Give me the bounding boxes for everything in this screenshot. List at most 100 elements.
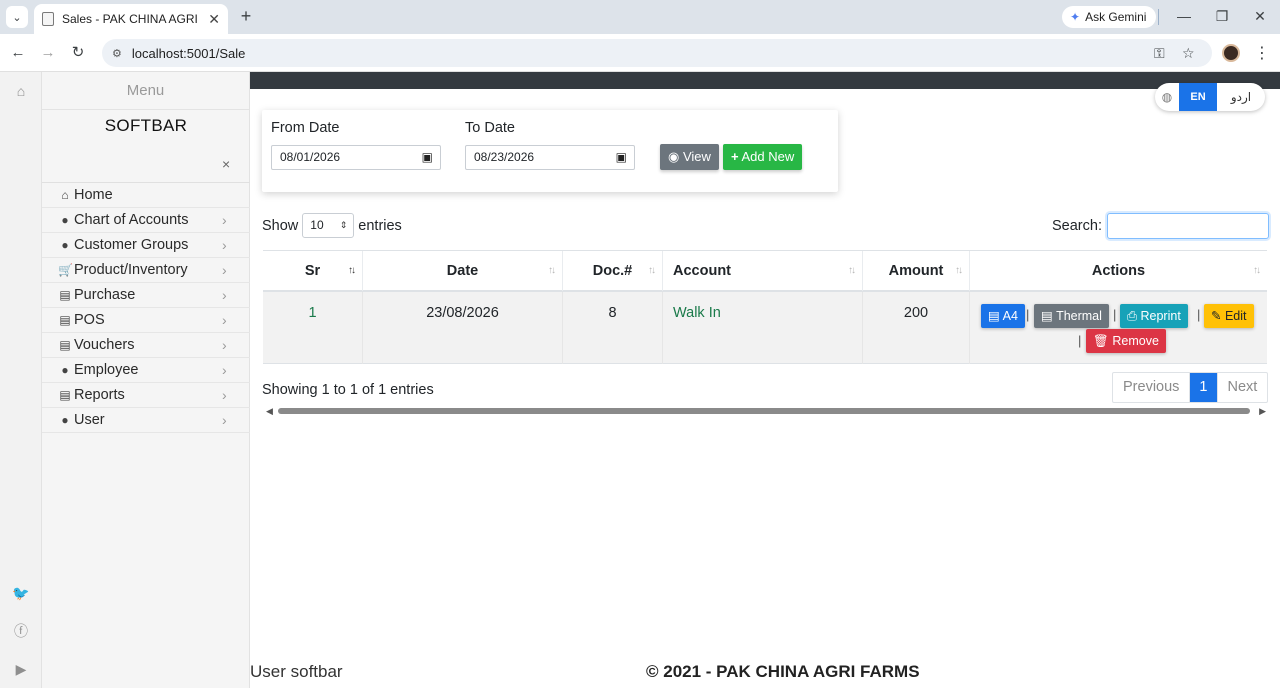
facebook-icon[interactable]: ⓕ <box>12 622 30 640</box>
to-date-value: 08/23/2026 <box>474 150 535 164</box>
remove-button[interactable]: 🗑 Remove <box>1086 329 1166 353</box>
sidebar-item-purchase[interactable]: ▤ Purchase › <box>42 283 250 308</box>
back-arrow-icon[interactable]: ← <box>8 43 28 63</box>
sidebar-item-product-inventory[interactable]: 🛒 Product/Inventory › <box>42 258 250 283</box>
horizontal-scrollbar[interactable]: ◀ ▶ <box>262 405 1268 417</box>
print-a4-button[interactable]: ▤ A4 <box>981 304 1025 328</box>
chevron-right-icon: › <box>222 212 227 228</box>
tab-search-icon[interactable]: ⌄ <box>6 6 28 28</box>
youtube-icon[interactable]: ▶ <box>12 660 30 678</box>
header-doc[interactable]: Doc.# ↑↓ <box>563 251 663 291</box>
file-icon: ▤ <box>988 309 1000 323</box>
edit-button[interactable]: ✎ Edit <box>1204 304 1254 328</box>
browser-menu-icon[interactable]: ⋮ <box>1254 43 1270 63</box>
file-icon: ▤ <box>1041 309 1053 323</box>
sidebar-item-customer-groups[interactable]: ● Customer Groups › <box>42 233 250 258</box>
sidebar-item-vouchers[interactable]: ▤ Vouchers › <box>42 333 250 358</box>
url-text: localhost:5001/Sale <box>131 45 246 61</box>
page-1-button[interactable]: 1 <box>1190 373 1218 402</box>
new-tab-button[interactable]: + <box>236 7 256 27</box>
header-date[interactable]: Date ↑↓ <box>363 251 563 291</box>
header-amount[interactable]: Amount ↑↓ <box>863 251 970 291</box>
header-sr[interactable]: Sr ↑↓ <box>263 251 363 291</box>
header-actions[interactable]: Actions ↑↓ <box>970 251 1267 291</box>
page-favicon-icon <box>42 12 54 26</box>
gemini-spark-icon: ✦ <box>1070 10 1081 24</box>
page-size-select[interactable]: 10 ⇕ <box>302 213 355 238</box>
user-icon: ● <box>61 213 69 227</box>
to-date-label: To Date <box>465 120 515 136</box>
calendar-icon[interactable]: ▣ <box>422 146 433 169</box>
next-page-button[interactable]: Next <box>1218 373 1268 402</box>
scroll-left-icon[interactable]: ◀ <box>266 405 273 417</box>
sidebar-item-user[interactable]: ● User › <box>42 408 250 433</box>
sort-icon: ↑↓ <box>548 265 556 276</box>
ask-gemini-label: Ask Gemini <box>1085 10 1147 24</box>
forward-arrow-icon[interactable]: → <box>38 43 58 63</box>
cell-account: Walk In <box>663 292 863 364</box>
url-omnibox[interactable]: ⚙ localhost:5001/Sale <box>102 39 1212 67</box>
sidebar-item-chart-of-accounts[interactable]: ● Chart of Accounts › <box>42 208 250 233</box>
bookmark-star-icon[interactable]: ☆ <box>1182 39 1195 67</box>
chevron-right-icon: › <box>222 387 227 403</box>
ask-gemini-button[interactable]: ✦ Ask Gemini <box>1062 6 1157 28</box>
sidebar-brand: SOFTBAR <box>104 116 188 135</box>
sidebar-item-label: Employee <box>74 362 139 378</box>
header-account[interactable]: Account ↑↓ <box>663 251 863 291</box>
sort-asc-icon: ↑↓ <box>348 265 356 276</box>
scrollbar-thumb[interactable] <box>278 408 1250 414</box>
sidebar-item-pos[interactable]: ▤ POS › <box>42 308 250 333</box>
site-info-icon[interactable]: ⚙ <box>112 47 122 60</box>
users-icon: ● <box>61 238 69 252</box>
search-input[interactable] <box>1106 213 1269 239</box>
password-key-icon[interactable]: ⚿ <box>1154 39 1165 67</box>
twitter-icon[interactable]: 🐦 <box>12 584 30 602</box>
chevron-right-icon: › <box>222 312 227 328</box>
sidebar-close-icon[interactable]: × <box>222 156 230 172</box>
show-label: Show <box>262 217 299 234</box>
file-icon: ▤ <box>59 313 71 327</box>
action-separator: | <box>1113 307 1117 322</box>
to-date-input[interactable]: 08/23/2026 ▣ <box>465 145 635 170</box>
eye-icon: ◉ <box>668 149 680 164</box>
icon-rail: ⌂ 🐦 ⓕ ▶ <box>0 72 42 688</box>
sidebar-item-employee[interactable]: ● Employee › <box>42 358 250 383</box>
add-new-button[interactable]: + Add New <box>723 144 803 170</box>
chevron-right-icon: › <box>222 237 227 253</box>
browser-tab[interactable]: Sales - PAK CHINA AGRI FARMS ✕ <box>34 4 228 34</box>
user-icon: ● <box>61 413 69 427</box>
view-button[interactable]: ◉ View <box>660 144 719 170</box>
calendar-icon[interactable]: ▣ <box>616 146 627 169</box>
file-icon: ▤ <box>59 338 71 352</box>
lang-en-button[interactable]: EN <box>1179 83 1217 111</box>
previous-page-button[interactable]: Previous <box>1113 373 1191 402</box>
minimize-icon[interactable]: — <box>1174 6 1194 26</box>
print-thermal-button[interactable]: ▤ Thermal <box>1034 304 1109 328</box>
sidebar-item-home[interactable]: ⌂ Home <box>42 183 250 208</box>
reprint-button[interactable]: ⎙ Reprint <box>1120 304 1188 328</box>
sort-icon: ↑↓ <box>1253 265 1261 276</box>
cell-amount: 200 <box>863 292 970 364</box>
lang-urdu-button[interactable]: اردو <box>1217 90 1265 104</box>
page-size-value: 10 <box>310 218 324 232</box>
rail-home-icon[interactable]: ⌂ <box>12 82 30 100</box>
sidebar-item-reports[interactable]: ▤ Reports › <box>42 383 250 408</box>
chevron-right-icon: › <box>222 262 227 278</box>
scroll-right-icon[interactable]: ▶ <box>1259 405 1266 417</box>
sidebar-item-label: Vouchers <box>74 337 135 353</box>
restore-icon[interactable]: ❐ <box>1212 6 1232 26</box>
cell-doc: 8 <box>563 292 663 364</box>
table-search: Search: <box>1052 213 1269 239</box>
profile-avatar[interactable] <box>1222 44 1240 62</box>
page-size-control: Show 10 ⇕ entries <box>262 213 402 238</box>
from-date-input[interactable]: 08/01/2026 ▣ <box>271 145 441 170</box>
sidebar-item-label: Purchase <box>74 287 136 303</box>
trash-icon: 🗑 <box>1093 334 1109 348</box>
edit-icon: ✎ <box>1211 309 1222 323</box>
sidebar-item-label: POS <box>74 312 105 328</box>
reload-icon[interactable]: ↻ <box>68 43 88 63</box>
sort-icon: ↑↓ <box>955 265 963 276</box>
tab-close-icon[interactable]: ✕ <box>208 11 220 28</box>
tab-title: Sales - PAK CHINA AGRI FARMS <box>62 12 202 26</box>
window-close-icon[interactable]: ✕ <box>1250 6 1270 26</box>
